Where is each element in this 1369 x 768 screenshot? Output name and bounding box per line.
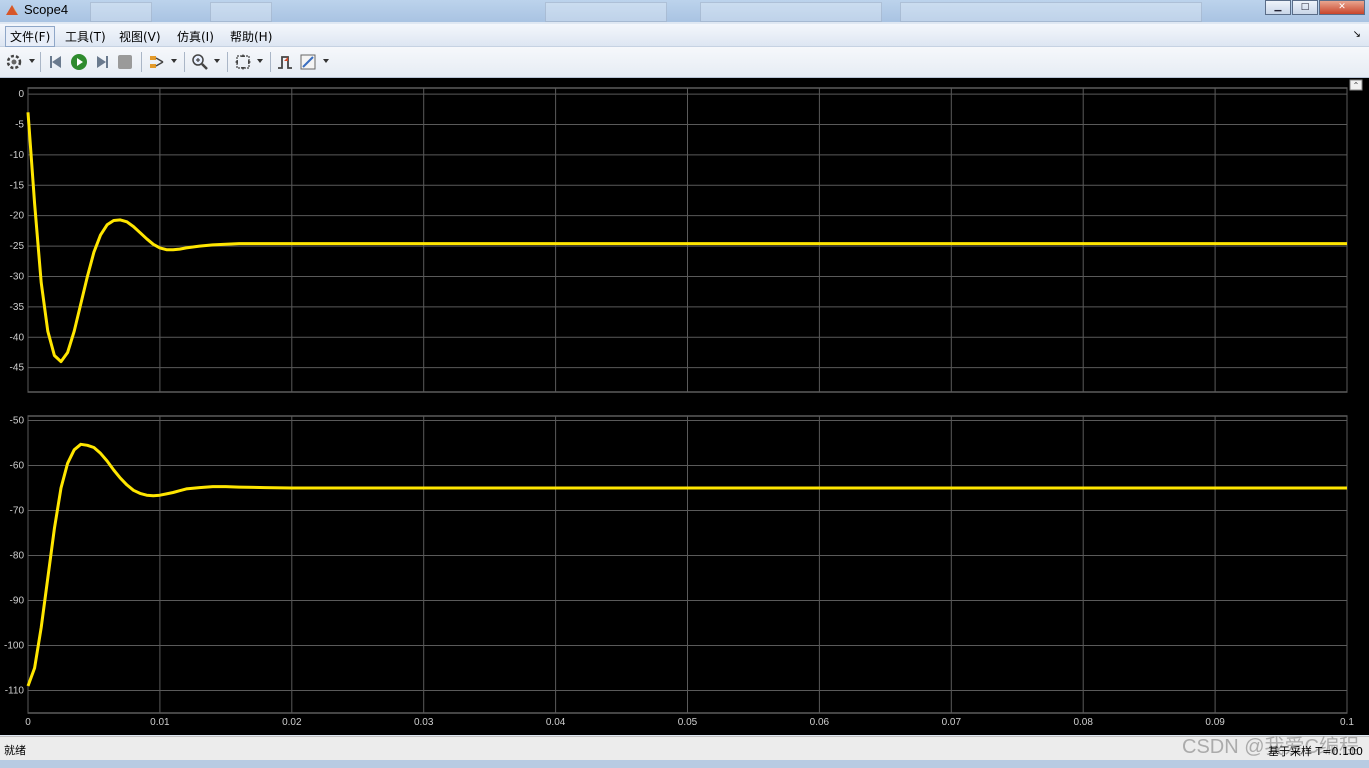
measure-icon[interactable] [299,53,317,71]
menu-simulation[interactable]: 仿真(I) [173,27,218,46]
background-window-ghost [900,2,1202,22]
x-tick-label: 0.03 [414,717,434,728]
title-bar: Scope4 ▁ □ ✕ [0,0,1369,22]
step-back-icon[interactable] [47,53,65,71]
y-tick-label: -40 [10,332,25,343]
toolbar-separator [40,52,41,72]
x-tick-label: 0.05 [678,717,698,728]
scope-display: ⌃ 0-5-10-15-20-25-30-35-40-45 -50-60-70-… [4,79,1363,729]
x-tick-label: 0 [25,717,31,728]
highlight-signal-icon[interactable] [148,53,166,71]
run-icon[interactable] [70,53,88,71]
status-bar: 就绪 CSDN @我爱C编程 基于采样 T=0.100 [0,736,1369,761]
y-tick-label: -25 [10,241,25,252]
toolbar-separator [141,52,142,72]
matlab-icon [6,5,18,15]
zoom-dropdown-icon[interactable] [214,59,220,63]
highlight-dropdown-icon[interactable] [171,59,177,63]
y-tick-label: -80 [10,551,25,562]
scope-plot-area: ⌃ 0 -5 -10 -15 -20 -25 -30 -35 -40 -45 -50 -60 -70-… [0,78,1369,735]
x-tick-label: 0.08 [1073,717,1093,728]
x-tick-label: 0.04 [546,717,566,728]
stop-icon[interactable] [116,53,134,71]
maximize-button[interactable]: □ [1292,0,1318,15]
y-tick-label: -110 [5,686,25,697]
x-tick-label: 0.02 [282,717,302,728]
background-window-ghost [545,2,667,22]
y-tick-label: -45 [10,363,25,374]
settings-dropdown-icon[interactable] [29,59,35,63]
background-window-ghost [90,2,152,22]
toolbar [0,47,1369,78]
y-tick-label: -35 [10,302,25,313]
y-tick-label: -100 [4,641,24,652]
background-window-ghost [700,2,882,22]
menu-help[interactable]: 帮助(H) [226,27,276,46]
toolbar-separator [184,52,185,72]
y-tick-label: -70 [10,506,25,517]
measure-dropdown-icon[interactable] [323,59,329,63]
x-tick-label: 0.06 [810,717,830,728]
y-tick-label: -60 [10,461,25,472]
menu-tools[interactable]: 工具(T) [61,27,110,46]
settings-icon[interactable] [5,53,23,71]
x-tick-label: 0.09 [1205,717,1225,728]
background-window-ghost [210,2,272,22]
x-tick-label: 0.1 [1340,717,1354,728]
y-tick-label: -90 [10,596,25,607]
y-tick-label: 0 [18,89,24,100]
dock-arrow-icon[interactable]: ↘ [1353,29,1361,40]
axes-bottom[interactable]: -50 -60 -70 -80 -90 -100 -110 0 0.01 0.02 0.03 0.04… [4,415,1354,729]
close-button[interactable]: ✕ [1319,0,1365,15]
y-tick-label: -30 [10,271,25,282]
minimize-button[interactable]: ▁ [1265,0,1291,15]
axes-top[interactable]: 0 -5 -10 -15 -20 -25 -30 -35 -40 -45 [10,87,1348,393]
y-tick-label: -15 [10,180,25,191]
toolbar-separator [270,52,271,72]
y-tick-label: -5 [15,119,24,130]
status-text: 就绪 [4,744,26,757]
taskbar-strip [0,760,1369,768]
fit-dropdown-icon[interactable] [257,59,263,63]
menu-view[interactable]: 视图(V) [115,27,165,46]
x-tick-label: 0.07 [942,717,962,728]
undock-plot-glyph: ⌃ [1353,81,1360,90]
x-tick-label: 0.01 [150,717,170,728]
sample-time-readout: 基于采样 T=0.100 [1268,745,1363,758]
menu-bar: 文件(F) 工具(T) 视图(V) 仿真(I) 帮助(H) ↘ [0,24,1369,47]
step-forward-icon[interactable] [93,53,111,71]
window-controls: ▁ □ ✕ [1264,0,1365,15]
y-tick-label: -50 [10,416,25,427]
fit-to-view-icon[interactable] [234,53,252,71]
toolbar-separator [227,52,228,72]
menu-file[interactable]: 文件(F) [5,26,56,47]
window-title: Scope4 [24,2,69,17]
zoom-icon[interactable] [191,53,209,71]
y-tick-label: -10 [10,150,25,161]
trigger-icon[interactable] [276,53,294,71]
y-tick-label: -20 [10,211,25,222]
